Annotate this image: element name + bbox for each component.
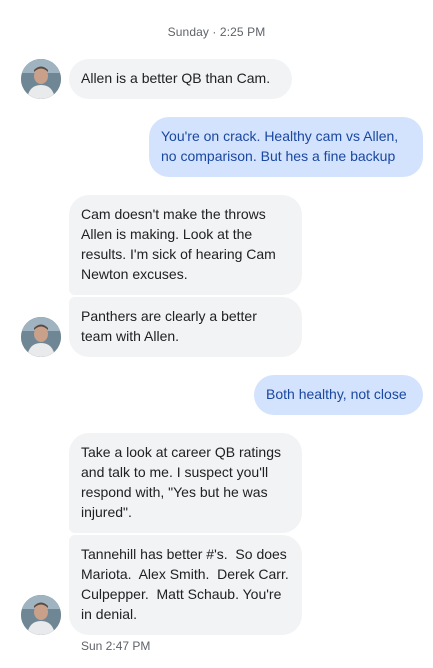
avatar-photo-icon	[21, 59, 61, 99]
contact-avatar[interactable]	[21, 595, 61, 635]
contact-avatar[interactable]	[21, 59, 61, 99]
message-bubble-incoming[interactable]: Tannehill has better #'s. So does Mariot…	[69, 535, 302, 635]
message-bubble-incoming[interactable]: Allen is a better QB than Cam.	[69, 59, 292, 99]
avatar-photo-icon	[21, 317, 61, 357]
message-bubble-outgoing[interactable]: Both healthy, not close	[254, 375, 423, 415]
day-timestamp: Sunday · 2:25 PM	[167, 25, 266, 39]
message-bubble-outgoing[interactable]: You're on crack. Healthy cam vs Allen, n…	[149, 117, 423, 177]
message-bubble-incoming[interactable]: Panthers are clearly a better team with …	[69, 297, 302, 357]
message-bubble-incoming[interactable]: Take a look at career QB ratings and tal…	[69, 433, 302, 533]
message-timestamp: Sun 2:47 PM	[81, 639, 151, 653]
avatar-photo-icon	[21, 595, 61, 635]
message-bubble-incoming[interactable]: Cam doesn't make the throws Allen is mak…	[69, 195, 302, 295]
contact-avatar[interactable]	[21, 317, 61, 357]
